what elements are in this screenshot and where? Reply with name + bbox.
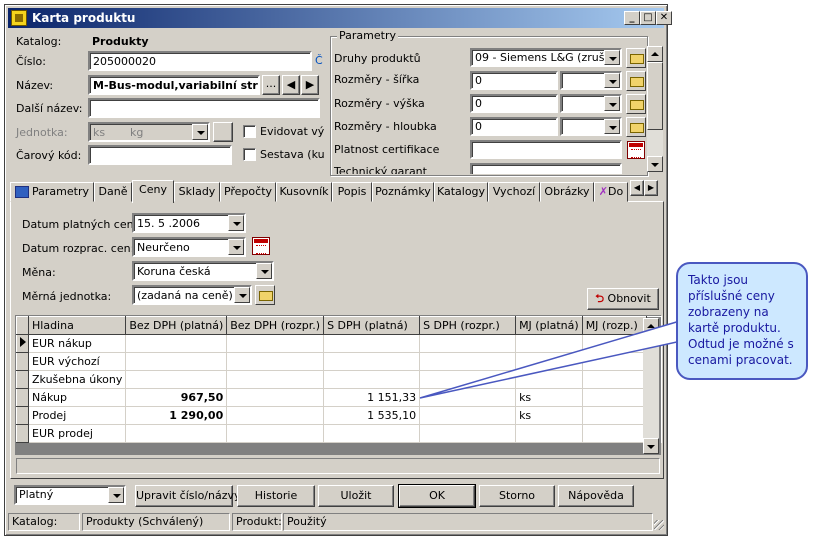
tab-ceny[interactable]: Ceny [132,180,174,203]
help-callout: Takto jsou příslušné ceny zobrazeny na k… [676,262,808,380]
